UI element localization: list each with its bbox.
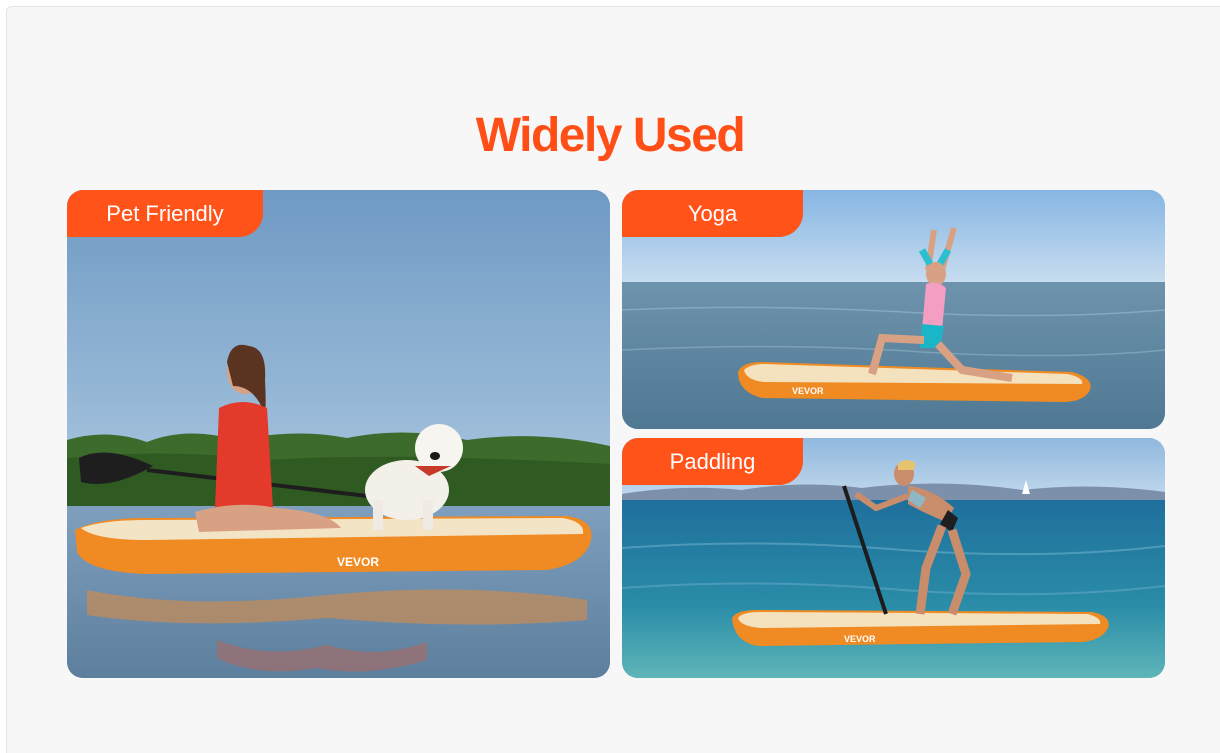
board-brand-text: VEVOR xyxy=(844,634,876,644)
card-label-pet-friendly: Pet Friendly xyxy=(67,190,263,237)
card-paddling[interactable]: VEVOR Paddling xyxy=(622,438,1165,678)
section-title: Widely Used xyxy=(475,109,746,163)
pet-friendly-photo: VEVOR xyxy=(67,190,610,678)
card-yoga[interactable]: VEVOR Yoga xyxy=(622,190,1165,429)
board-brand-text: VEVOR xyxy=(337,555,379,569)
card-label-paddling: Paddling xyxy=(622,438,803,485)
card-pet-friendly[interactable]: VEVOR Pet Friendly xyxy=(67,190,610,678)
board-brand-text: VEVOR xyxy=(792,386,824,396)
card-label-yoga: Yoga xyxy=(622,190,803,237)
